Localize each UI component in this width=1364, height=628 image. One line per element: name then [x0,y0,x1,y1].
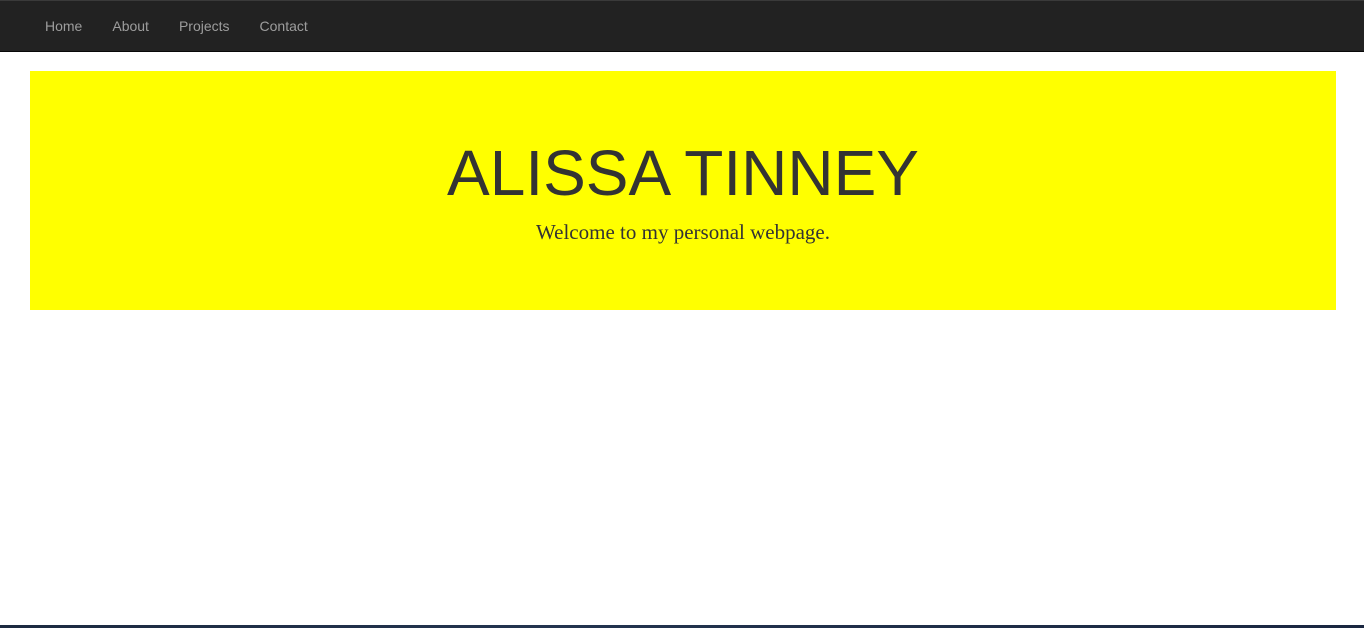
nav-item-contact: Contact [245,1,323,51]
nav-item-about: About [97,1,164,51]
nav-item-projects: Projects [164,1,245,51]
nav-link-about[interactable]: About [97,1,164,51]
navbar: Home About Projects Contact [0,0,1364,52]
nav-link-home[interactable]: Home [30,1,97,51]
nav-list: Home About Projects Contact [30,1,323,51]
hero-title: ALISSA TINNEY [447,137,919,209]
hero-subtitle: Welcome to my personal webpage. [536,220,830,244]
nav-link-contact[interactable]: Contact [245,1,323,51]
nav-item-home: Home [30,1,97,51]
hero-banner: ALISSA TINNEY Welcome to my personal web… [30,71,1336,310]
nav-link-projects[interactable]: Projects [164,1,245,51]
